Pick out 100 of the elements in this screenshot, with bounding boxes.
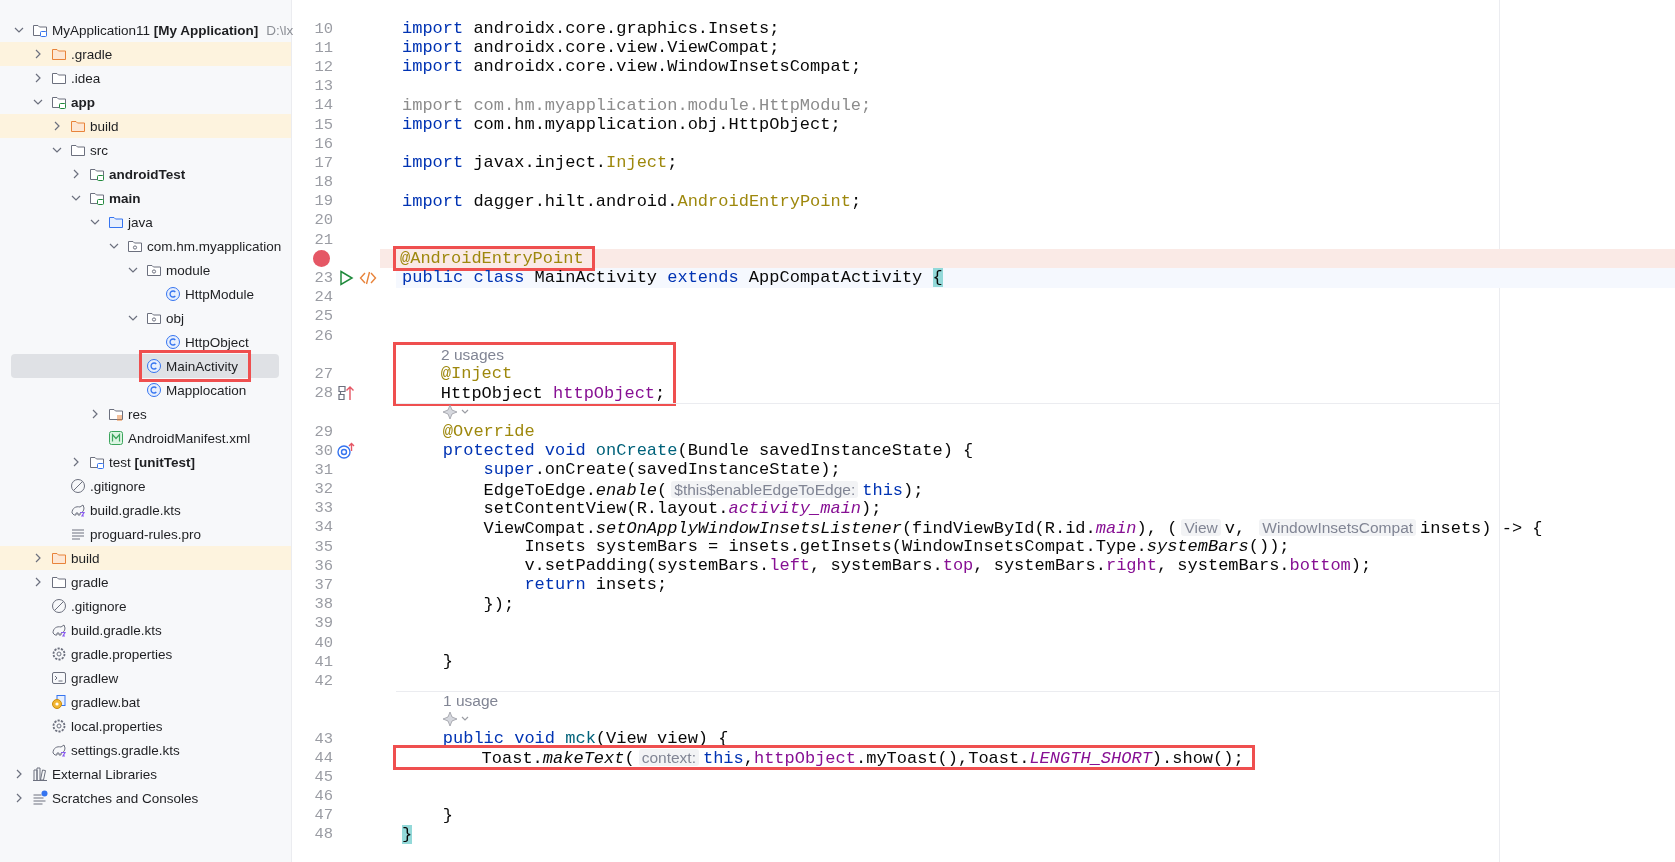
line-number: 35 <box>313 537 333 556</box>
tree-item[interactable]: gradle.properties <box>0 642 291 666</box>
tree-item[interactable]: .gitignore <box>0 594 291 618</box>
folder-icon <box>108 406 124 422</box>
folder-icon <box>51 550 67 566</box>
line-number: 21 <box>313 230 333 249</box>
line-number: 17 <box>313 153 333 172</box>
code-line: super.onCreate(savedInstanceState); <box>482 460 841 480</box>
line-number: 20 <box>313 211 333 230</box>
tree-item[interactable]: build.gradle.kts <box>0 618 291 642</box>
line-number: 33 <box>313 499 333 518</box>
terminal-icon <box>51 670 67 686</box>
line-number: 15 <box>313 115 333 134</box>
tree-item[interactable]: .gitignore <box>0 474 291 498</box>
line-number: 12 <box>313 57 333 76</box>
line-number: 44 <box>313 748 333 767</box>
tree-item[interactable]: gradlew.bat <box>0 690 291 714</box>
line-number: 34 <box>313 518 333 537</box>
line-number: 14 <box>313 96 333 115</box>
gear-icon <box>51 646 67 662</box>
tree-item[interactable]: MyApplication11 [My Application] D:\lx <box>0 18 291 42</box>
scratches-icon <box>32 790 48 806</box>
usages-hint[interactable]: 2 usages <box>441 345 504 365</box>
folder-icon <box>89 454 105 470</box>
folder-icon <box>89 166 105 182</box>
tree-item[interactable]: build.gradle.kts <box>0 498 291 522</box>
tree-item[interactable]: .gradle <box>0 42 291 66</box>
tree-item[interactable]: proguard-rules.pro <box>0 522 291 546</box>
gradle-icon <box>51 622 67 638</box>
line-number: 39 <box>313 614 333 633</box>
code-line: import com.hm.myapplication.module.HttpModule; <box>402 95 872 115</box>
gear-icon <box>51 694 67 710</box>
package-icon <box>146 262 162 278</box>
line-number: 42 <box>313 671 333 690</box>
folder-icon <box>70 142 86 158</box>
line-number: 24 <box>313 288 333 307</box>
code-line: public class MainActivity extends AppCompatActivity { <box>402 268 943 288</box>
tree-item[interactable]: src <box>0 138 291 162</box>
gradle-icon <box>70 502 86 518</box>
tree-item[interactable]: module <box>0 258 291 282</box>
line-number: 10 <box>313 19 333 38</box>
code-line: @Override <box>441 421 535 441</box>
tree-item[interactable]: app <box>0 90 291 114</box>
library-icon <box>32 766 48 782</box>
tree-item[interactable]: res <box>0 402 291 426</box>
implements-icon[interactable] <box>336 384 356 403</box>
tree-item[interactable]: build <box>0 546 291 570</box>
code-line: }); <box>482 594 515 614</box>
project-path: D:\lx <box>266 22 294 38</box>
line-number: 23 <box>313 269 333 288</box>
tree-item[interactable]: java <box>0 210 291 234</box>
gear-icon <box>51 718 67 734</box>
folder-icon <box>89 190 105 206</box>
line-number: 19 <box>313 192 333 211</box>
tree-item[interactable]: AndroidManifest.xml <box>0 426 291 450</box>
ignore-icon <box>51 598 67 614</box>
tree-item[interactable]: main <box>0 186 291 210</box>
tree-item[interactable]: gradlew <box>0 666 291 690</box>
tree-item[interactable]: Scratches and Consoles <box>0 786 291 810</box>
code-line: import androidx.core.graphics.Insets; <box>402 19 780 38</box>
tree-item[interactable]: HttpObject <box>0 330 291 354</box>
folder-icon <box>51 46 67 62</box>
tree-item[interactable]: External Libraries <box>0 762 291 786</box>
line-number: 31 <box>313 460 333 479</box>
line-number: 46 <box>313 787 333 806</box>
package-icon <box>146 310 162 326</box>
override-icon[interactable] <box>336 441 356 460</box>
package-icon <box>127 238 143 254</box>
folder-icon <box>51 94 67 110</box>
code-line: @AndroidEntryPoint <box>400 249 584 269</box>
code-line: v.setPadding(systemBars.left, systemBars.top, systemBars.right, systemBars.bottom); <box>523 556 1372 576</box>
tree-item[interactable]: local.properties <box>0 714 291 738</box>
tree-item[interactable]: gradle <box>0 570 291 594</box>
line-number: 32 <box>313 480 333 499</box>
tree-item[interactable]: Mapplocation <box>0 378 291 402</box>
code-line: import dagger.hilt.android.AndroidEntryPoint; <box>402 191 862 211</box>
line-number: 29 <box>313 422 333 441</box>
tree-item[interactable]: .idea <box>0 66 291 90</box>
tree-item[interactable]: build <box>0 114 291 138</box>
tree-item[interactable]: com.hm.myapplication <box>0 234 291 258</box>
folder-icon <box>70 118 86 134</box>
code-line: HttpObject httpObject; <box>439 383 666 403</box>
line-number: 30 <box>313 441 333 460</box>
tree-item[interactable]: test [unitTest] <box>0 450 291 474</box>
breakpoint-icon[interactable] <box>313 250 330 268</box>
tree-item[interactable]: HttpModule <box>0 282 291 306</box>
code-line: import javax.inject.Inject; <box>402 153 678 173</box>
tree-item[interactable]: obj <box>0 306 291 330</box>
ignore-icon <box>70 478 86 494</box>
code-line: setContentView(R.layout.activity_main); <box>482 498 882 518</box>
code-line: return insets; <box>523 575 668 595</box>
line-number: 48 <box>313 825 333 844</box>
line-number: 37 <box>313 576 333 595</box>
folder-icon <box>32 22 48 38</box>
line-number: 40 <box>313 633 333 652</box>
tree-item[interactable]: androidTest <box>0 162 291 186</box>
folder-icon <box>108 214 124 230</box>
tree-item[interactable]: settings.gradle.kts <box>0 738 291 762</box>
usages-hint[interactable]: 1 usage <box>443 690 499 710</box>
line-number: 27 <box>313 364 333 383</box>
